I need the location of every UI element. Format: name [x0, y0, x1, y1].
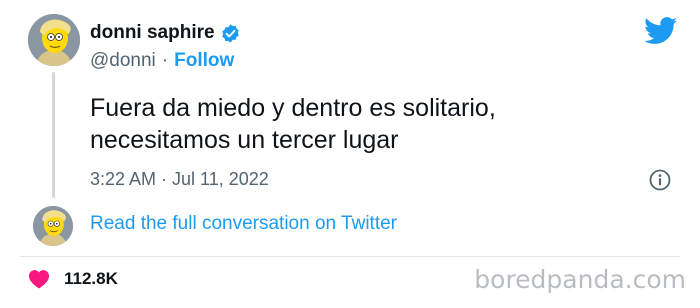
thread-line — [52, 72, 55, 198]
author-display-name[interactable]: donni saphire — [90, 22, 215, 44]
author-name-row: donni saphire — [90, 22, 241, 44]
author-handle-row: @donni · Follow — [90, 50, 234, 72]
tweet-text: Fuera da miedo y dentro es solitario, ne… — [90, 92, 650, 156]
reply-avatar[interactable] — [33, 206, 73, 246]
separator-dot: · — [161, 50, 169, 71]
tweet-timestamp[interactable]: 3:22 AM · Jul 11, 2022 — [90, 169, 269, 190]
divider — [20, 256, 680, 257]
verified-badge-icon — [220, 23, 241, 44]
twitter-bird-icon[interactable] — [644, 17, 678, 45]
info-icon[interactable] — [648, 168, 672, 192]
like-row[interactable]: 112.8K — [28, 269, 118, 289]
author-handle[interactable]: @donni — [90, 50, 156, 72]
follow-button[interactable]: Follow — [174, 50, 234, 72]
author-avatar[interactable] — [28, 14, 80, 66]
tweet-text-line: necesitamos un tercer lugar — [90, 126, 399, 154]
watermark-logo: boredpanda.com — [474, 265, 686, 294]
tweet-card: donni saphire @donni · Follow Fuera da m… — [0, 0, 700, 308]
tweet-text-line: Fuera da miedo y dentro es solitario, — [90, 94, 496, 122]
heart-icon[interactable] — [28, 269, 50, 289]
like-count: 112.8K — [64, 269, 118, 288]
read-conversation-link[interactable]: Read the full conversation on Twitter — [90, 213, 397, 235]
